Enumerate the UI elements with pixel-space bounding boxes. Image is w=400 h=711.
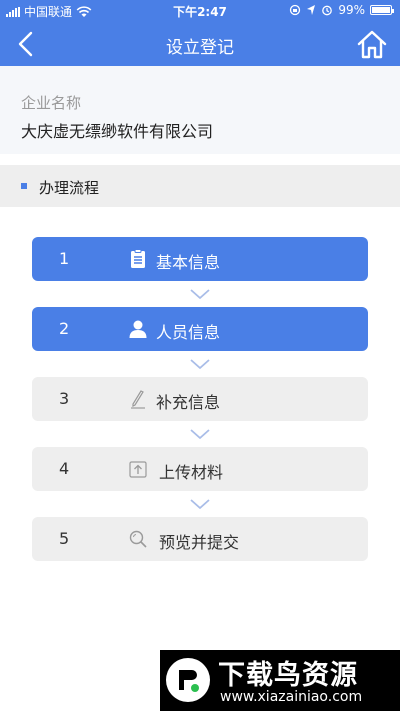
- pen-icon: [131, 390, 145, 409]
- step-number: 1: [59, 249, 70, 268]
- nav-bar: 设立登记: [0, 22, 400, 66]
- step-number: 4: [59, 459, 70, 478]
- watermark: 下载鸟资源 www.xiazainiao.com: [160, 650, 400, 711]
- step-personnel-info[interactable]: 2 人员信息: [32, 307, 368, 351]
- search-icon: [129, 530, 147, 548]
- watermark-title: 下载鸟资源: [218, 660, 358, 691]
- chevron-down-icon: [190, 499, 210, 509]
- alarm-icon: [322, 5, 333, 16]
- home-icon[interactable]: [356, 28, 388, 60]
- step-upload-materials[interactable]: 4 上传材料: [32, 447, 368, 491]
- process-header: 办理流程: [0, 165, 400, 207]
- watermark-logo-icon: [166, 658, 210, 702]
- chevron-down-icon: [190, 359, 210, 369]
- step-number: 5: [59, 529, 70, 548]
- company-name-label: 企业名称: [21, 94, 82, 112]
- location-icon: [307, 5, 316, 15]
- document-icon: [131, 249, 145, 268]
- step-label: 预览并提交: [159, 533, 240, 552]
- process-title: 办理流程: [39, 179, 100, 197]
- step-label: 补充信息: [156, 393, 221, 412]
- chevron-down-icon: [190, 289, 210, 299]
- upload-icon: [129, 461, 147, 478]
- step-number: 3: [59, 389, 70, 408]
- battery-icon: [370, 5, 394, 15]
- page-title: 设立登记: [166, 38, 234, 58]
- step-label: 基本信息: [156, 253, 221, 272]
- battery-percent: 99%: [338, 3, 365, 17]
- company-section: 企业名称 大庆虚无缥缈软件有限公司: [0, 66, 400, 154]
- status-bar: 中国联通 下午2:47 99%: [0, 0, 400, 22]
- step-label: 上传材料: [159, 463, 224, 482]
- step-number: 2: [59, 319, 70, 338]
- company-name-value: 大庆虚无缥缈软件有限公司: [21, 122, 214, 141]
- watermark-url: www.xiazainiao.com: [220, 689, 363, 705]
- chevron-down-icon: [190, 429, 210, 439]
- step-label: 人员信息: [156, 323, 221, 342]
- status-right: 99%: [289, 3, 394, 17]
- step-preview-submit[interactable]: 5 预览并提交: [32, 517, 368, 561]
- section-marker: [21, 183, 27, 189]
- battery-level: [372, 7, 390, 13]
- step-basic-info[interactable]: 1 基本信息: [32, 237, 368, 281]
- person-icon: [129, 320, 147, 338]
- lock-rotation-icon: [290, 4, 301, 16]
- step-supplementary-info[interactable]: 3 补充信息: [32, 377, 368, 421]
